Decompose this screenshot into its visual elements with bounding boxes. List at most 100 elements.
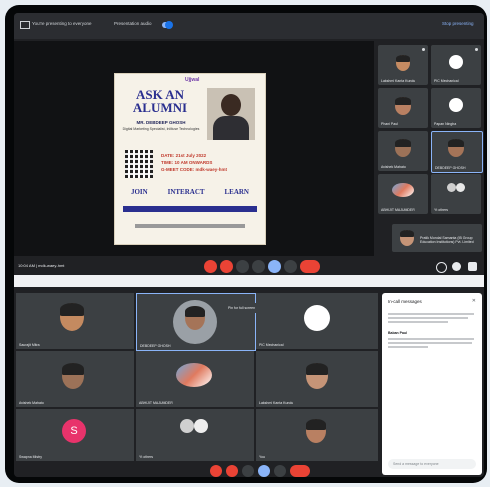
participant-name: ABHIJIT MAJUMDER	[139, 401, 173, 405]
participant-avatar	[304, 305, 330, 331]
mic-off-button[interactable]	[210, 465, 222, 477]
chat-title: In-call messages	[388, 299, 422, 304]
participant-tile[interactable]: Pratik Mondal Samanta (IB Group Educatio…	[392, 224, 482, 252]
pin-icon[interactable]	[422, 48, 425, 51]
speaker-photo	[207, 88, 255, 140]
participant-tile[interactable]: Phani Paul	[378, 88, 428, 128]
participant-name: Lakshmi Kanta Kundu	[381, 79, 416, 83]
participant-tile[interactable]: PIC Mechanical	[256, 293, 378, 349]
section-divider	[14, 275, 484, 287]
participant-face	[448, 139, 464, 157]
participant-name: You	[259, 455, 265, 459]
participant-tile[interactable]: Avishek Mahato	[16, 351, 134, 407]
participant-tile[interactable]: You	[256, 409, 378, 461]
participant-name: Lakshmi Kanta Kundu	[259, 401, 294, 405]
participant-face	[400, 230, 414, 246]
close-icon[interactable]: ✕	[472, 298, 476, 304]
participant-face	[306, 419, 326, 443]
poster-words: JOIN INTERACT LEARN	[121, 188, 259, 196]
participant-face	[396, 55, 410, 71]
participant-initial-avatar: S	[62, 419, 86, 443]
screen: You're presenting to everyone Presentati…	[14, 13, 484, 477]
participant-tile[interactable]: Yt others	[136, 409, 254, 461]
chat-input[interactable]: Send a message to everyone	[388, 459, 476, 469]
chat-notice-line	[388, 313, 474, 315]
participant-name: Papan Ningha	[434, 122, 457, 126]
chat-message-line	[388, 342, 472, 344]
participant-avatar	[194, 419, 208, 433]
participant-name: PIC Mechanical	[434, 79, 459, 83]
event-poster: Ujjwal ASK AN ALUMNI MR. DEBDEEP GHOSH D…	[114, 73, 266, 245]
poster-word: JOIN	[130, 188, 148, 196]
presentation-audio-label: Presentation audio	[114, 21, 152, 26]
poster-time: TIME: 10 AM ONWARDS	[161, 160, 213, 165]
poster-word: LEARN	[224, 188, 249, 196]
participant-tile[interactable]: ABHIJIT MAJUMDER	[136, 351, 254, 407]
presenting-text: You're presenting to everyone	[32, 21, 92, 26]
end-call-button[interactable]	[290, 465, 310, 477]
more-options-button[interactable]	[274, 465, 286, 477]
participant-tile[interactable]: Yt others	[431, 174, 481, 214]
participant-name: Saurajit Mitra	[19, 343, 40, 347]
participant-face	[395, 139, 411, 157]
participant-face	[62, 363, 84, 389]
participant-tile[interactable]: Avishek Mahato	[378, 131, 428, 171]
participant-name: Swapna Mistry	[19, 455, 42, 459]
poster-band	[123, 206, 257, 212]
captions-button[interactable]	[236, 260, 249, 273]
camera-off-button[interactable]	[220, 260, 233, 273]
qr-code	[125, 150, 153, 178]
stop-presenting-button[interactable]: Stop presenting	[442, 21, 474, 26]
participant-tile[interactable]: ABHIJIT MAJUMDER	[378, 174, 428, 214]
participant-name: Avishek Mahato	[381, 165, 406, 169]
chat-icon[interactable]	[468, 262, 477, 271]
participant-tile[interactable]: PIC Mechanical	[431, 45, 481, 85]
participant-avatar	[180, 419, 194, 433]
poster-word: INTERACT	[167, 188, 205, 196]
pin-icon[interactable]	[475, 48, 478, 51]
chat-notice-line	[388, 321, 448, 323]
present-button[interactable]	[268, 260, 281, 273]
present-button[interactable]	[258, 465, 270, 477]
chat-message-line	[388, 346, 428, 348]
bottom-meeting-window: Saurajit Mitra DEBDEEP GHOSH Pin for ful…	[14, 287, 484, 477]
control-bar: 10:04 AM | mdk-waey-hmt	[14, 257, 484, 275]
participant-name: PIC Mechanical	[259, 343, 284, 347]
info-icon[interactable]	[436, 262, 447, 273]
people-icon[interactable]	[452, 262, 461, 271]
more-options-button[interactable]	[284, 260, 297, 273]
active-speaker-tile[interactable]: DEBDEEP GHOSH	[431, 131, 483, 173]
participant-tile[interactable]: Saurajit Mitra	[16, 293, 134, 349]
poster-details: DATE: 21st July 2022 TIME: 10 AM ONWARDS…	[161, 152, 227, 173]
mic-off-button[interactable]	[204, 260, 217, 273]
participant-avatar	[456, 183, 465, 192]
participant-tile[interactable]: Lakshmi Kanta Kundu	[378, 45, 428, 85]
raise-hand-button[interactable]	[252, 260, 265, 273]
active-speaker-tile[interactable]: DEBDEEP GHOSH	[136, 293, 256, 351]
chat-input-placeholder: Send a message to everyone	[393, 462, 439, 466]
captions-button[interactable]	[242, 465, 254, 477]
presenting-bar: You're presenting to everyone Presentati…	[14, 13, 484, 39]
participant-name: DEBDEEP GHOSH	[140, 344, 171, 348]
poster-meet-code: G-MEET CODE: mdk-waey-hmt	[161, 167, 228, 172]
participant-name: Yt others	[434, 208, 449, 212]
presentation-audio-toggle[interactable]	[162, 21, 173, 29]
participant-tile[interactable]: Papan Ningha	[431, 88, 481, 128]
participant-name: ABHIJIT MAJUMDER	[381, 208, 415, 212]
chat-panel: In-call messages ✕ Baban Paul Send a mes…	[382, 293, 482, 475]
participant-avatar	[449, 55, 463, 69]
end-call-button[interactable]	[300, 260, 320, 273]
device-frame: You're presenting to everyone Presentati…	[5, 5, 487, 483]
participant-tile[interactable]: S Swapna Mistry	[16, 409, 134, 461]
top-meeting-window: You're presenting to everyone Presentati…	[14, 13, 484, 275]
participant-tile[interactable]: Lakshmi Kanta Kundu	[256, 351, 378, 407]
chat-notice-line	[388, 317, 468, 319]
poster-role: Digital Marketing Specialist, InMuse Tec…	[122, 127, 200, 131]
presentation-stage: Ujjwal ASK AN ALUMNI MR. DEBDEEP GHOSH D…	[14, 41, 374, 256]
tooltip-text: Pin for full screen	[228, 306, 256, 310]
poster-speaker: MR. DEBDEEP GHOSH	[136, 120, 186, 125]
camera-off-button[interactable]	[226, 465, 238, 477]
participant-face	[60, 303, 84, 331]
participant-face	[395, 97, 411, 115]
participant-name: DEBDEEP GHOSH	[435, 166, 466, 170]
